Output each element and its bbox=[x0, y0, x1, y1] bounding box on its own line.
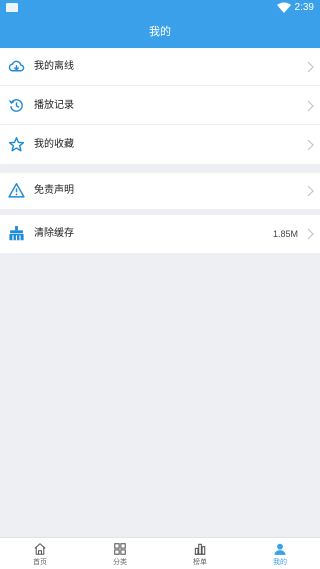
warning-icon bbox=[8, 183, 25, 198]
history-icon bbox=[8, 99, 23, 112]
tab-mine-label: 我的 bbox=[273, 558, 287, 566]
tab-home-label: 首页 bbox=[33, 558, 47, 566]
divider bbox=[0, 124, 320, 125]
tab-home[interactable]: 首页 bbox=[0, 538, 80, 569]
menu-group-main: 我的离线 播放记录 我的收藏 bbox=[0, 48, 320, 164]
chevron-right-icon bbox=[307, 139, 314, 151]
tab-ranking[interactable]: 榜单 bbox=[160, 538, 240, 569]
status-bar: 2:39 bbox=[0, 0, 320, 16]
tab-category-label: 分类 bbox=[113, 558, 127, 566]
chart-icon bbox=[194, 543, 206, 555]
cloud-download-icon bbox=[8, 60, 25, 72]
menu-item-history[interactable]: 播放记录 bbox=[0, 87, 320, 125]
status-time: 2:39 bbox=[294, 2, 314, 13]
star-icon bbox=[8, 137, 25, 152]
menu-item-favorites-label: 我的收藏 bbox=[34, 139, 74, 150]
menu-item-favorites[interactable]: 我的收藏 bbox=[0, 126, 320, 164]
divider bbox=[0, 85, 320, 86]
menu-item-offline[interactable]: 我的离线 bbox=[0, 48, 320, 86]
cache-size-value: 1.85M bbox=[272, 229, 298, 239]
app-bar: 我的 bbox=[0, 16, 320, 48]
home-icon bbox=[34, 543, 46, 555]
broom-icon bbox=[9, 226, 24, 241]
menu-item-clear-cache-label: 清除缓存 bbox=[34, 228, 74, 239]
chevron-right-icon bbox=[307, 100, 314, 112]
menu-item-disclaimer-label: 免责声明 bbox=[34, 185, 74, 196]
menu-item-disclaimer[interactable]: 免责声明 bbox=[0, 172, 320, 210]
wifi-icon bbox=[277, 2, 291, 13]
sim-card-icon bbox=[6, 3, 18, 12]
menu-group-info: 免责声明 bbox=[0, 173, 320, 209]
chevron-right-icon bbox=[307, 185, 314, 197]
menu-group-cache: 清除缓存 1.85M bbox=[0, 215, 320, 253]
menu-item-history-label: 播放记录 bbox=[34, 100, 74, 111]
grid-icon bbox=[114, 543, 126, 555]
chevron-right-icon bbox=[307, 61, 314, 73]
user-icon bbox=[274, 543, 286, 555]
tab-ranking-label: 榜单 bbox=[193, 558, 207, 566]
chevron-right-icon bbox=[307, 228, 314, 240]
menu-item-offline-label: 我的离线 bbox=[34, 61, 74, 72]
page-title: 我的 bbox=[149, 25, 171, 38]
bottom-tab-bar: 首页 分类 榜单 我的 bbox=[0, 537, 320, 569]
menu-item-clear-cache[interactable]: 清除缓存 1.85M bbox=[0, 215, 320, 253]
tab-category[interactable]: 分类 bbox=[80, 538, 160, 569]
tab-mine[interactable]: 我的 bbox=[240, 538, 320, 569]
